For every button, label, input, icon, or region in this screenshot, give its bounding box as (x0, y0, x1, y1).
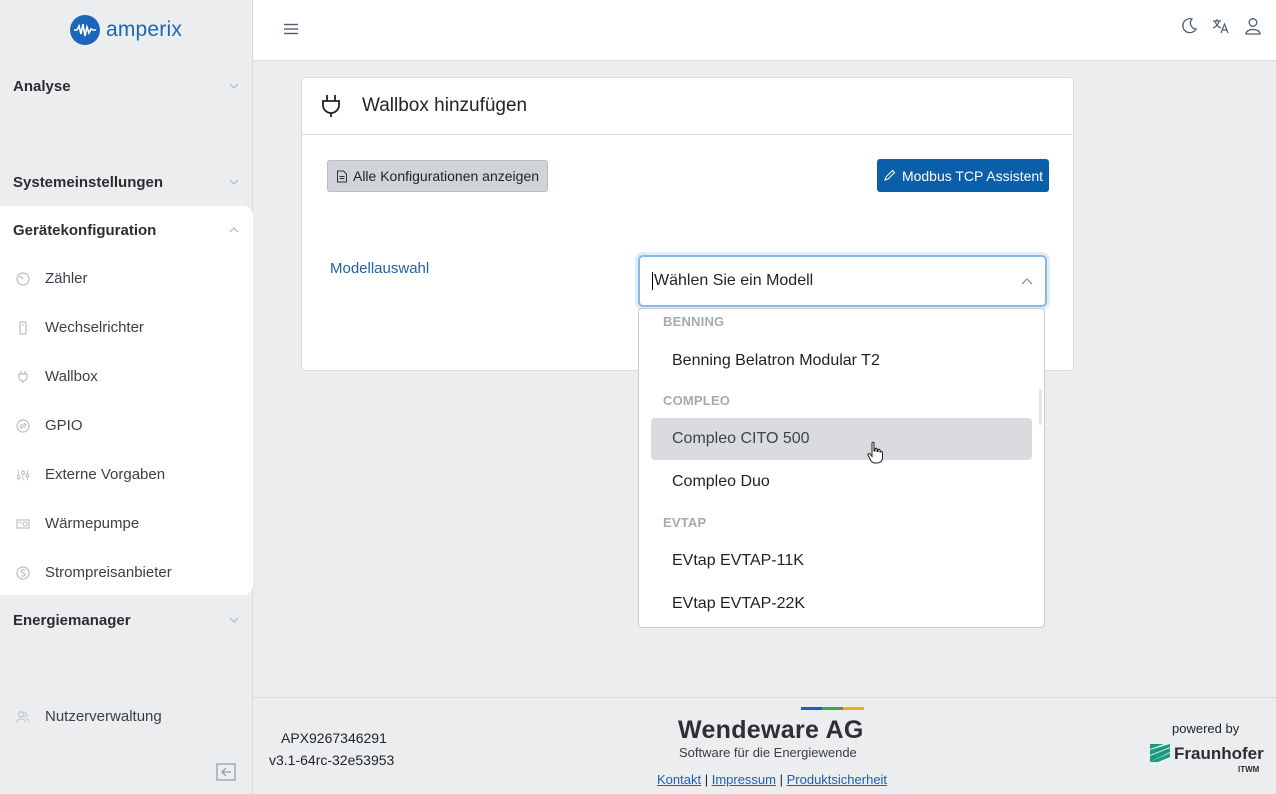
card-title: Wallbox hinzufügen (362, 95, 528, 116)
pen-icon (884, 169, 896, 181)
chevron-down-icon (229, 179, 239, 185)
version-string: v3.1-64rc-32e53953 (269, 752, 395, 768)
sidebar-item-wechselrichter[interactable]: Wechselrichter (0, 303, 253, 352)
nav-title-analyse[interactable]: Analyse (0, 62, 253, 110)
model-dropdown: BENNING Benning Belatron Modular T2 COMP… (638, 308, 1045, 628)
show-all-configs-button[interactable]: Alle Konfigurationen anzeigen (327, 160, 548, 192)
fraunhofer-mark-icon (1150, 744, 1170, 762)
dropdown-option[interactable]: EVtap EVTAP-11K (651, 540, 1032, 582)
sidebar-item-label: Strompreisanbieter (45, 564, 172, 581)
chevron-down-icon (229, 83, 239, 89)
link-produktsicherheit[interactable]: Produktsicherheit (787, 772, 887, 787)
sidebar-item-label: Wechselrichter (45, 319, 144, 336)
dropdown-option[interactable]: Compleo Duo (651, 461, 1032, 503)
document-icon (336, 170, 347, 182)
sidebar: amperix Analyse Systemeinstellungen Gerä… (0, 0, 253, 794)
model-select-label: Modellauswahl (330, 260, 430, 277)
dark-mode-moon-icon[interactable] (1180, 17, 1198, 35)
hamburger-menu-icon[interactable] (283, 21, 299, 37)
footer: APX9267346291 v3.1-64rc-32e53953 Wendewa… (253, 697, 1276, 794)
sidebar-item-label: Zähler (45, 270, 88, 287)
plug-icon (16, 370, 30, 384)
chevron-up-icon (229, 227, 239, 233)
text-cursor (652, 272, 653, 290)
company-name: Wendeware AG (678, 716, 864, 744)
footer-links: Kontakt | Impressum | Produktsicherheit (657, 772, 888, 787)
modbus-assistant-button[interactable]: Modbus TCP Assistent (877, 159, 1049, 192)
nav-group-energiemanager[interactable]: Energiemanager (0, 596, 253, 644)
nav-title-label: Systemeinstellungen (13, 173, 164, 191)
dropdown-option[interactable]: Benning Belatron Modular T2 (651, 340, 1032, 382)
gpio-icon (16, 418, 30, 433)
brand[interactable]: amperix (0, 0, 252, 60)
modbus-assistant-label: Modbus TCP Assistent (901, 167, 1044, 184)
inverter-icon (16, 320, 30, 335)
wendeware-color-bars (801, 707, 864, 710)
nav-group-nutzerverwaltung[interactable]: Nutzerverwaltung (0, 692, 253, 741)
dropdown-scrollbar[interactable] (1039, 389, 1042, 425)
sidebar-item-externe-vorgaben[interactable]: Externe Vorgaben (0, 450, 253, 499)
model-select[interactable]: Wählen Sie ein Modell (638, 255, 1047, 307)
company-tagline: Software für die Energiewende (679, 745, 857, 760)
sidebar-item-label: Wallbox (45, 368, 98, 385)
chevron-down-icon (229, 617, 239, 623)
translate-icon[interactable] (1212, 17, 1230, 35)
user-icon[interactable] (1244, 17, 1262, 35)
serial-number: APX9267346291 (281, 730, 387, 746)
nav-title-label: Analyse (13, 77, 71, 95)
sidebar-item-waermepumpe[interactable]: Wärmepumpe (0, 499, 253, 548)
partner-name: Fraunhofer (1174, 744, 1264, 763)
sidebar-item-gpio[interactable]: GPIO (0, 401, 253, 450)
powered-by-label: powered by (1172, 721, 1240, 736)
nav-title-label: Gerätekonfiguration (13, 221, 157, 239)
model-select-placeholder: Wählen Sie ein Modell (654, 272, 814, 289)
sidebar-item-label: Nutzerverwaltung (45, 708, 162, 725)
partner-sub: ITWM (1238, 765, 1260, 774)
sidebar-item-zaehler[interactable]: Zähler (0, 254, 253, 303)
collapse-sidebar-icon[interactable] (216, 762, 236, 782)
dropdown-group-header: BENNING (663, 314, 725, 329)
gauge-icon (16, 271, 30, 286)
header (253, 0, 1276, 61)
dropdown-group-header: COMPLEO (663, 393, 731, 408)
sidebar-item-nutzerverwaltung[interactable]: Nutzerverwaltung (0, 692, 253, 741)
price-icon (16, 565, 30, 580)
nav-title-energiemanager[interactable]: Energiemanager (0, 596, 253, 644)
plug-icon (322, 95, 340, 117)
show-all-configs-label: Alle Konfigurationen anzeigen (352, 168, 540, 184)
users-icon (16, 710, 30, 724)
amperix-logo-icon (69, 15, 100, 45)
hand-pointer-icon (867, 441, 883, 464)
heatpump-icon (16, 517, 30, 531)
nav-group-geraetekonfiguration: Gerätekonfiguration Zähler Wechselrichte… (0, 206, 253, 595)
sidebar-item-wallbox[interactable]: Wallbox (0, 352, 253, 401)
nav-group-systemeinstellungen[interactable]: Systemeinstellungen (0, 158, 253, 206)
link-kontakt[interactable]: Kontakt (657, 772, 701, 787)
nav-title-geraetekonfiguration[interactable]: Gerätekonfiguration (0, 206, 253, 254)
sidebar-item-label: Externe Vorgaben (45, 466, 166, 483)
sidebar-item-strompreisanbieter[interactable]: Strompreisanbieter (0, 548, 253, 597)
nav-title-label: Energiemanager (13, 611, 131, 629)
nav-group-analyse[interactable]: Analyse (0, 62, 253, 110)
dropdown-option-hovered[interactable]: Compleo CITO 500 (651, 418, 1032, 460)
fraunhofer-logo: Fraunhofer ITWM (1150, 744, 1264, 774)
dropdown-option[interactable]: EVtap EVTAP-22K (651, 583, 1032, 625)
nav-title-systemeinstellungen[interactable]: Systemeinstellungen (0, 158, 253, 206)
chevron-up-icon (1021, 278, 1033, 285)
card-header: Wallbox hinzufügen (302, 78, 1073, 135)
sliders-icon (16, 468, 30, 482)
sidebar-item-label: GPIO (45, 417, 83, 434)
sidebar-item-label: Wärmepumpe (45, 515, 140, 532)
link-impressum[interactable]: Impressum (712, 772, 776, 787)
dropdown-group-header: EVTAP (663, 515, 707, 530)
brand-name: amperix (105, 18, 183, 41)
